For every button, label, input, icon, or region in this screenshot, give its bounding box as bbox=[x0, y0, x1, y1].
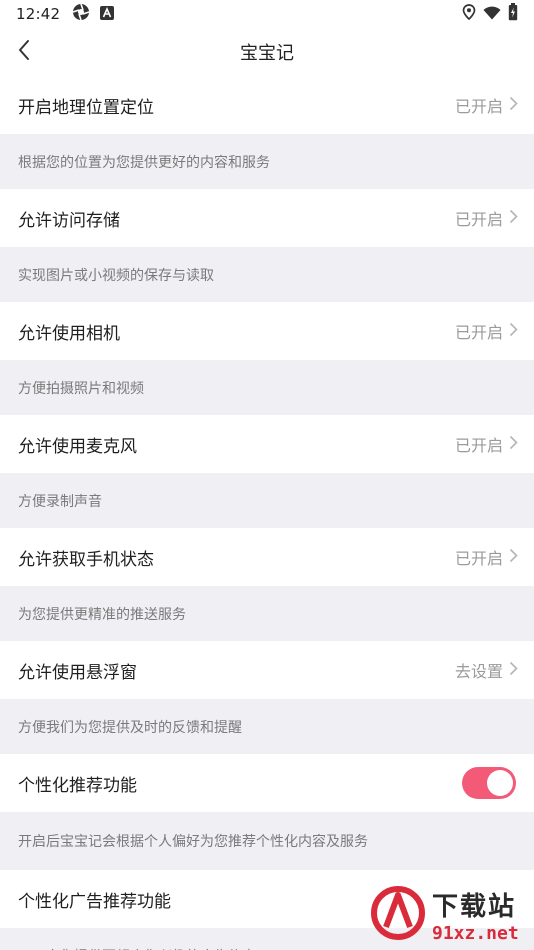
setting-description: 为您提供更精准的推送服务 bbox=[0, 586, 534, 641]
setting-row-personalized-recommendation: 个性化推荐功能 bbox=[0, 754, 534, 812]
setting-description: 方便录制声音 bbox=[0, 473, 534, 528]
setting-row-microphone[interactable]: 允许使用麦克风 已开启 bbox=[0, 415, 534, 473]
setting-status: 去设置 bbox=[454, 662, 503, 681]
aperture-icon bbox=[72, 3, 90, 25]
setting-status: 已开启 bbox=[454, 323, 503, 342]
chevron-right-icon bbox=[509, 435, 518, 454]
chevron-right-icon bbox=[509, 548, 518, 567]
setting-row-floating-window[interactable]: 允许使用悬浮窗 去设置 bbox=[0, 641, 534, 699]
watermark-url: 91xz.net bbox=[432, 923, 519, 944]
setting-row-location[interactable]: 开启地理位置定位 已开启 bbox=[0, 76, 534, 134]
watermark-title: 下载站 bbox=[432, 892, 517, 922]
setting-description: 开启后宝宝记会根据个人偏好为您推荐个性化内容及服务 bbox=[0, 812, 534, 870]
setting-row-phone-state[interactable]: 允许获取手机状态 已开启 bbox=[0, 528, 534, 586]
setting-row-camera[interactable]: 允许使用相机 已开启 bbox=[0, 302, 534, 360]
setting-label: 允许使用悬浮窗 bbox=[18, 662, 137, 683]
setting-label: 个性化推荐功能 bbox=[18, 775, 137, 796]
personalized-recommendation-toggle[interactable] bbox=[462, 767, 516, 799]
setting-status: 已开启 bbox=[454, 97, 503, 116]
setting-label: 允许使用相机 bbox=[18, 323, 120, 344]
setting-label: 允许获取手机状态 bbox=[18, 549, 154, 570]
location-icon bbox=[462, 4, 476, 24]
chevron-right-icon bbox=[509, 322, 518, 341]
setting-status: 已开启 bbox=[454, 436, 503, 455]
setting-label: 允许使用麦克风 bbox=[18, 436, 137, 457]
wifi-icon bbox=[483, 5, 501, 24]
chevron-right-icon bbox=[509, 661, 518, 680]
toggle-knob bbox=[487, 770, 513, 796]
status-bar: 12:42 bbox=[0, 0, 534, 28]
setting-label: 允许访问存储 bbox=[18, 210, 120, 231]
setting-status: 已开启 bbox=[454, 549, 503, 568]
screen: 12:42 宝宝记 开启地理位置定位 已开启 根据您的位置为您提供更好的内容和服… bbox=[0, 0, 534, 950]
chevron-right-icon bbox=[509, 96, 518, 115]
watermark-logo: 下载站 91xz.net bbox=[368, 880, 534, 950]
watermark-mark-icon bbox=[368, 883, 428, 947]
setting-status: 已开启 bbox=[454, 210, 503, 229]
battery-icon bbox=[508, 3, 518, 25]
title-bar: 宝宝记 bbox=[0, 28, 534, 76]
back-button[interactable] bbox=[8, 36, 40, 68]
setting-row-storage[interactable]: 允许访问存储 已开启 bbox=[0, 189, 534, 247]
a-badge-icon bbox=[100, 5, 115, 24]
page-title: 宝宝记 bbox=[240, 43, 294, 64]
setting-description: 根据您的位置为您提供更好的内容和服务 bbox=[0, 134, 534, 189]
settings-list: 开启地理位置定位 已开启 根据您的位置为您提供更好的内容和服务 允许访问存储 已… bbox=[0, 76, 534, 950]
status-time: 12:42 bbox=[16, 5, 61, 23]
setting-label: 个性化广告推荐功能 bbox=[18, 891, 171, 912]
chevron-right-icon bbox=[509, 209, 518, 228]
setting-description: 方便我们为您提供及时的反馈和提醒 bbox=[0, 699, 534, 754]
setting-label: 开启地理位置定位 bbox=[18, 97, 154, 118]
setting-description: 实现图片或小视频的保存与读取 bbox=[0, 247, 534, 302]
setting-description: 方便拍摄照片和视频 bbox=[0, 360, 534, 415]
chevron-left-icon bbox=[17, 39, 31, 65]
